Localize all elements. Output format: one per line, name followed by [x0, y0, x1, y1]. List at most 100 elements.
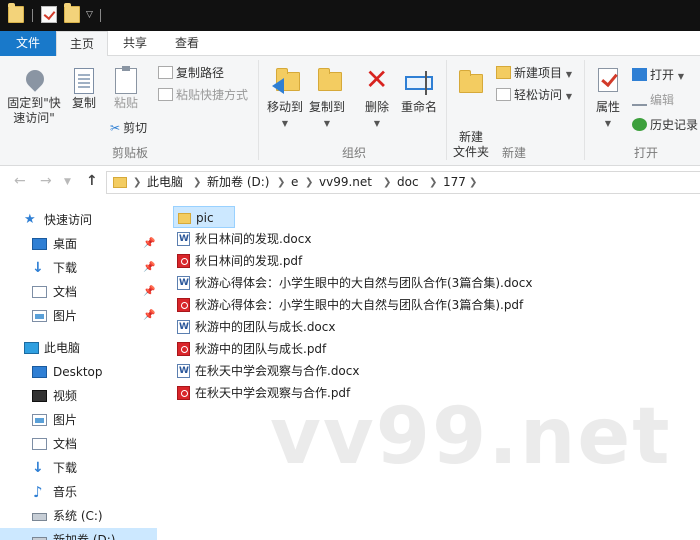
nav-label: 文档 [53, 285, 78, 299]
paste-button[interactable]: 粘贴 [108, 66, 144, 111]
toolbar-divider [32, 9, 33, 22]
pdf-icon [177, 254, 190, 268]
copy-button[interactable]: 复制 [66, 66, 102, 111]
pin-icon[interactable]: 📌 [143, 232, 155, 256]
breadcrumb-separator-icon[interactable]: ❯ [277, 172, 285, 193]
pdf-icon [177, 386, 190, 400]
nav-pc-pictures[interactable]: 图片 [0, 408, 157, 432]
breadcrumb-separator-icon[interactable]: ❯ [133, 172, 141, 193]
clipboard-group-label: 剪贴板 [111, 146, 148, 160]
breadcrumb-177[interactable]: 177 [443, 172, 466, 193]
list-item[interactable]: pic [173, 206, 235, 228]
easy-access-button[interactable]: 轻松访问 ▼ [496, 86, 572, 104]
edit-button[interactable]: 编辑 [632, 91, 674, 109]
nav-pc-desktop[interactable]: Desktop [0, 360, 157, 384]
nav-label: 系统 (C:) [53, 509, 103, 523]
chevron-down-icon: ▼ [565, 70, 572, 79]
nav-pc-downloads[interactable]: ↓ 下载 [0, 456, 157, 480]
breadcrumb-this-pc[interactable]: 此电脑 [147, 172, 183, 193]
nav-downloads[interactable]: ↓ 下载 📌 [0, 256, 157, 280]
word-document-icon [177, 316, 190, 338]
breadcrumb-separator-icon[interactable]: ❯ [469, 172, 477, 193]
open-label: 打开 [650, 68, 675, 82]
nav-label: 图片 [53, 413, 78, 427]
pin-icon[interactable]: 📌 [143, 256, 155, 280]
navigation-pane: ★ 快速访问 桌面 📌 ↓ 下载 📌 文档 📌 图片 📌 此电脑 Desktop… [0, 198, 157, 540]
rename-label: 重命名 [400, 100, 437, 114]
chevron-down-icon[interactable]: ▽ [86, 10, 93, 20]
nav-pc-documents[interactable]: 文档 [0, 432, 157, 456]
up-arrow-icon[interactable]: ↑ [86, 173, 98, 189]
chevron-down-icon: ▼ [565, 92, 572, 101]
breadcrumb-vv99[interactable]: vv99.net [319, 172, 372, 193]
drive-icon [32, 513, 47, 521]
breadcrumb-doc[interactable]: doc [397, 172, 419, 193]
edit-icon [632, 93, 647, 106]
breadcrumb-drive-d[interactable]: 新加卷 (D:) [207, 172, 269, 193]
new-folder-icon[interactable] [64, 3, 80, 23]
nav-drive-d[interactable]: 新加卷 (D:) [0, 528, 157, 540]
pin-icon[interactable]: 📌 [143, 304, 155, 328]
nav-drive-c[interactable]: 系统 (C:) [0, 504, 157, 528]
nav-this-pc[interactable]: 此电脑 [0, 336, 157, 360]
nav-videos[interactable]: 视频 [0, 384, 157, 408]
paste-shortcut-button[interactable]: 粘贴快捷方式 [158, 86, 248, 104]
breadcrumb-separator-icon[interactable]: ❯ [383, 172, 391, 193]
properties-button[interactable]: 属性 ▼ [590, 66, 626, 131]
nav-pictures[interactable]: 图片 📌 [0, 304, 157, 328]
breadcrumb-separator-icon[interactable]: ❯ [429, 172, 437, 193]
nav-label: 新加卷 (D:) [53, 533, 116, 540]
tab-view[interactable]: 查看 [162, 31, 212, 56]
desktop-icon [32, 366, 47, 378]
copy-path-button[interactable]: 复制路径 [158, 64, 224, 82]
pin-to-quick-access-button[interactable]: 固定到"快速访问" [6, 66, 62, 126]
nav-label: Desktop [53, 365, 103, 379]
rename-icon [405, 71, 433, 95]
copy-to-button[interactable]: 复制到 ▼ [306, 66, 348, 131]
back-arrow-icon[interactable]: ← [14, 173, 26, 189]
easy-access-icon [496, 88, 511, 101]
word-document-icon [177, 228, 190, 250]
copy-icon [74, 68, 94, 94]
new-item-button[interactable]: 新建项目 ▼ [496, 64, 572, 82]
breadcrumb-separator-icon[interactable]: ❯ [305, 172, 313, 193]
history-button[interactable]: 历史记录 [632, 116, 698, 134]
nav-label: 此电脑 [44, 341, 81, 355]
move-to-button[interactable]: 移动到 ▼ [264, 66, 306, 131]
file-name: 在秋天中学会观察与合作.docx [195, 364, 360, 378]
tab-home[interactable]: 主页 [56, 31, 108, 57]
open-group-label: 打开 [633, 146, 658, 160]
tab-file[interactable]: 文件 [0, 31, 56, 56]
nav-documents[interactable]: 文档 📌 [0, 280, 157, 304]
properties-icon[interactable] [41, 6, 57, 23]
star-icon: ★ [24, 212, 36, 227]
tab-share[interactable]: 共享 [112, 31, 158, 56]
cut-button[interactable]: ✂ 剪切 [110, 119, 147, 137]
delete-button[interactable]: ✕ 删除 ▼ [360, 66, 394, 131]
nav-desktop[interactable]: 桌面 📌 [0, 232, 157, 256]
open-icon [632, 68, 647, 81]
recent-chevron-icon[interactable]: ▼ [64, 177, 71, 187]
history-label: 历史记录 [650, 118, 699, 132]
scissors-icon: ✂ [110, 121, 121, 135]
pin-icon[interactable]: 📌 [143, 280, 155, 304]
forward-arrow-icon[interactable]: → [40, 173, 52, 189]
new-item-label: 新建项目 [514, 66, 563, 80]
nav-quick-access[interactable]: ★ 快速访问 [0, 208, 157, 232]
file-name: 秋游心得体会：小学生眼中的大自然与团队合作(3篇合集).pdf [195, 298, 524, 312]
file-name: 秋游中的团队与成长.pdf [195, 342, 327, 356]
new-folder-button[interactable]: 新建 文件夹 [452, 66, 490, 175]
properties-icon [598, 68, 618, 92]
word-document-icon [177, 360, 190, 382]
open-button[interactable]: 打开 ▼ [632, 66, 684, 84]
rename-button[interactable]: 重命名 [398, 66, 440, 115]
folder-icon[interactable] [8, 3, 24, 23]
breadcrumb-e[interactable]: e [291, 172, 298, 193]
nav-music[interactable]: ♪ 音乐 [0, 480, 157, 504]
address-bar[interactable]: ❯ 此电脑 ❯ 新加卷 (D:) ❯ e ❯ vv99.net ❯ doc ❯ … [106, 171, 700, 194]
breadcrumb-separator-icon[interactable]: ❯ [193, 172, 201, 193]
folder-icon [113, 177, 127, 188]
delete-icon: ✕ [365, 63, 389, 96]
history-icon [632, 118, 647, 131]
ribbon: 固定到"快速访问" 复制 粘贴 复制路径 粘贴快捷方式 ✂ 剪切 剪贴板 移动到 … [0, 56, 700, 166]
